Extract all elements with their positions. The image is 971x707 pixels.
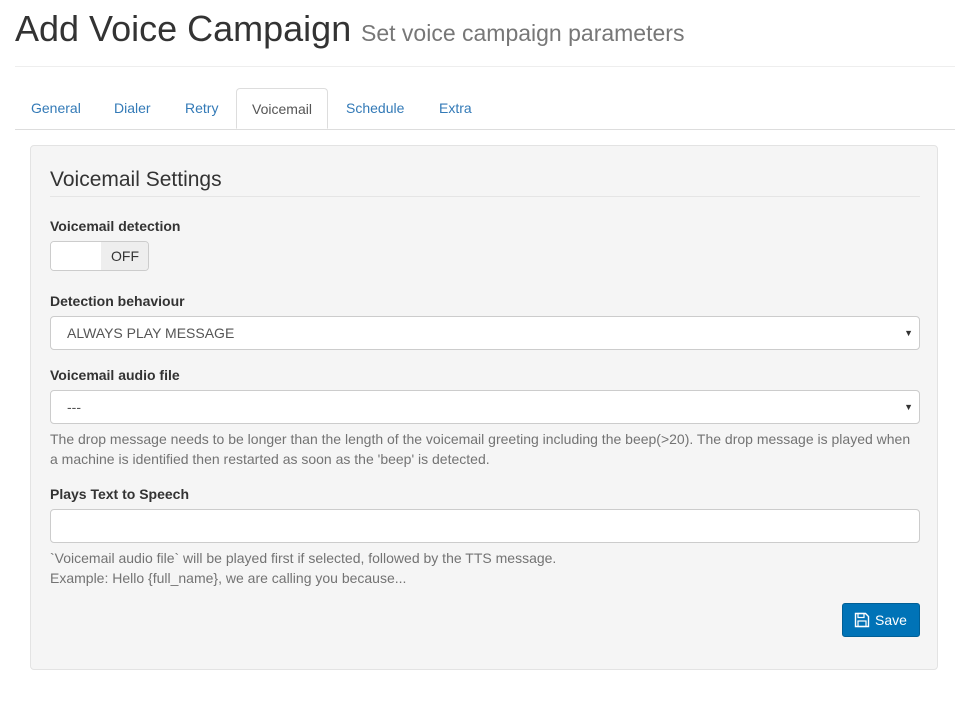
tts-help-line-2: Example: Hello {full_name}, we are calli…: [50, 570, 407, 586]
floppy-disk-icon: [854, 612, 870, 628]
detection-behaviour-select[interactable]: ALWAYS PLAY MESSAGE ▼: [50, 316, 920, 350]
voicemail-detection-toggle[interactable]: OFF: [50, 241, 149, 271]
tab-retry[interactable]: Retry: [185, 88, 218, 128]
tts-input[interactable]: [50, 509, 920, 543]
tab-bar: General Dialer Retry Voicemail Schedule …: [15, 88, 955, 130]
tts-label: Plays Text to Speech: [50, 486, 190, 502]
voicemail-audio-file-select[interactable]: --- ▼: [50, 390, 920, 424]
page-subtitle: Set voice campaign parameters: [361, 20, 685, 46]
voicemail-settings-panel: Voicemail Settings Voicemail detection O…: [30, 145, 938, 670]
toggle-knob: [51, 242, 101, 270]
tts-help-line-1: `Voicemail audio file` will be played fi…: [50, 550, 557, 566]
tab-schedule[interactable]: Schedule: [346, 88, 404, 128]
audio-file-help-text: The drop message needs to be longer than…: [50, 431, 911, 467]
toggle-state-text: OFF: [101, 242, 148, 270]
panel-legend: Voicemail Settings: [50, 168, 920, 197]
dropdown-caret-icon: ▼: [904, 402, 913, 412]
save-button[interactable]: Save: [842, 603, 920, 637]
page-title: Add Voice Campaign: [15, 8, 352, 49]
tab-dialer[interactable]: Dialer: [114, 88, 151, 128]
voicemail-audio-file-value: ---: [67, 399, 81, 415]
tab-extra[interactable]: Extra: [439, 88, 472, 128]
tab-voicemail[interactable]: Voicemail: [236, 88, 328, 129]
dropdown-caret-icon: ▼: [904, 328, 913, 338]
detection-behaviour-value: ALWAYS PLAY MESSAGE: [67, 325, 235, 341]
page-header: Add Voice Campaign Set voice campaign pa…: [15, 6, 955, 67]
tab-general[interactable]: General: [31, 88, 81, 128]
voicemail-audio-file-label: Voicemail audio file: [50, 367, 180, 383]
save-button-label: Save: [875, 612, 907, 628]
detection-behaviour-label: Detection behaviour: [50, 293, 185, 309]
voicemail-detection-label: Voicemail detection: [50, 218, 181, 234]
